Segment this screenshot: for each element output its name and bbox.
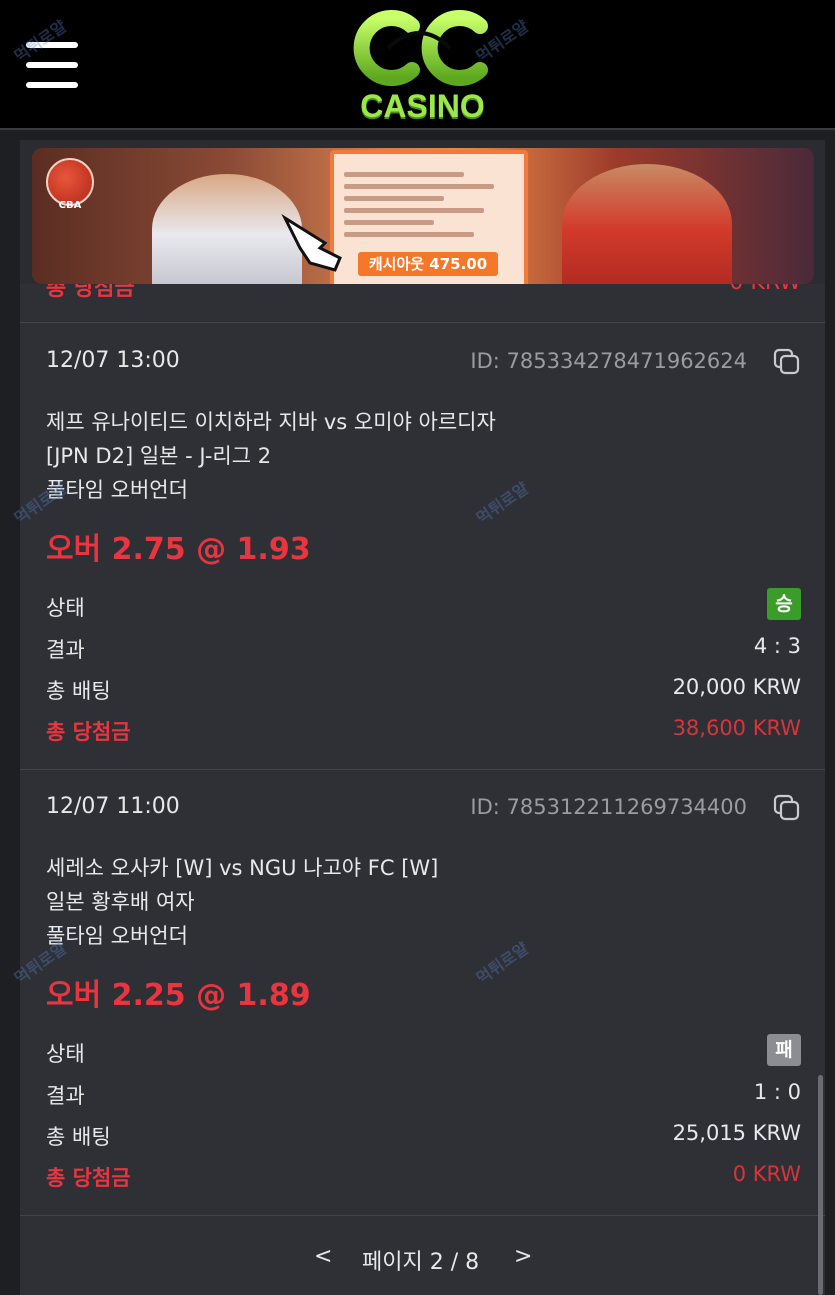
status-label: 상태	[46, 596, 85, 620]
cba-logo-text: CBA	[58, 200, 82, 211]
stake-label: 총 배팅	[46, 1125, 111, 1149]
payout-label: 총 당첨금	[46, 284, 135, 301]
market-name: 풀타임 오버언더	[46, 478, 188, 502]
casino-logo[interactable]: CASINO	[350, 8, 495, 124]
copy-icon[interactable]	[773, 348, 801, 376]
cashout-badge: 캐시아웃 475.00	[358, 252, 498, 276]
bet-card: 12/07 13:00 ID: 785334278471962624 제프 유나…	[20, 324, 825, 770]
stake-label: 총 배팅	[46, 679, 111, 703]
result-label: 결과	[46, 1084, 85, 1108]
market-name: 풀타임 오버언더	[46, 924, 188, 948]
match-name: 제프 유나이티드 이치하라 지바 vs 오미야 아르디자	[46, 410, 496, 434]
payout-value: 0 KRW	[729, 284, 801, 295]
app-header: CASINO	[0, 0, 835, 130]
bet-card: 12/07 11:00 ID: 785312211269734400 세레소 오…	[20, 770, 825, 1216]
bet-history-panel: 총 당첨금 0 KRW 12/07 13:00 ID: 785334278471…	[20, 284, 825, 1295]
stake-value: 25,015 KRW	[672, 1121, 801, 1145]
previous-bet-payout-row: 총 당첨금 0 KRW	[20, 284, 825, 323]
next-page-button[interactable]: >	[514, 1244, 532, 1269]
cba-logo-icon	[46, 158, 94, 206]
payout-value: 38,600 KRW	[672, 716, 801, 740]
payout-value: 0 KRW	[732, 1162, 801, 1186]
promo-banner-area: CBA 캐시아웃 475.00	[20, 140, 825, 290]
stake-value: 20,000 KRW	[672, 675, 801, 699]
status-badge-win: 승	[767, 588, 801, 620]
result-label: 결과	[46, 638, 85, 662]
bet-pick: 오버 2.25 @ 1.89	[46, 978, 311, 1013]
status-label: 상태	[46, 1042, 85, 1066]
league-name: [JPN D2] 일본 - J-리그 2	[46, 444, 272, 468]
player-right-image	[562, 164, 732, 284]
status-badge-lose: 패	[767, 1034, 801, 1066]
pagination: < 페이지 2 / 8 >	[20, 1244, 825, 1275]
prev-page-button[interactable]: <	[314, 1244, 332, 1269]
bet-datetime: 12/07 11:00	[46, 794, 180, 819]
payout-label: 총 당첨금	[46, 720, 131, 744]
payout-label: 총 당첨금	[46, 1166, 131, 1190]
bet-id: ID: 785312211269734400	[470, 795, 747, 819]
copy-icon[interactable]	[773, 794, 801, 822]
result-value: 1 : 0	[753, 1080, 801, 1104]
logo-text: CASINO	[360, 88, 485, 124]
scrollbar[interactable]	[818, 1075, 823, 1295]
league-name: 일본 황후배 여자	[46, 890, 195, 914]
bet-datetime: 12/07 13:00	[46, 348, 180, 373]
bet-pick: 오버 2.75 @ 1.93	[46, 532, 311, 567]
match-name: 세레소 오사카 [W] vs NGU 나고야 FC [W]	[46, 856, 439, 880]
page-indicator: 페이지 2 / 8	[362, 1250, 480, 1275]
bet-id: ID: 785334278471962624	[470, 349, 747, 373]
promo-banner[interactable]: CBA 캐시아웃 475.00	[32, 148, 814, 284]
pointing-hand-icon	[281, 213, 342, 272]
result-value: 4 : 3	[753, 634, 801, 658]
